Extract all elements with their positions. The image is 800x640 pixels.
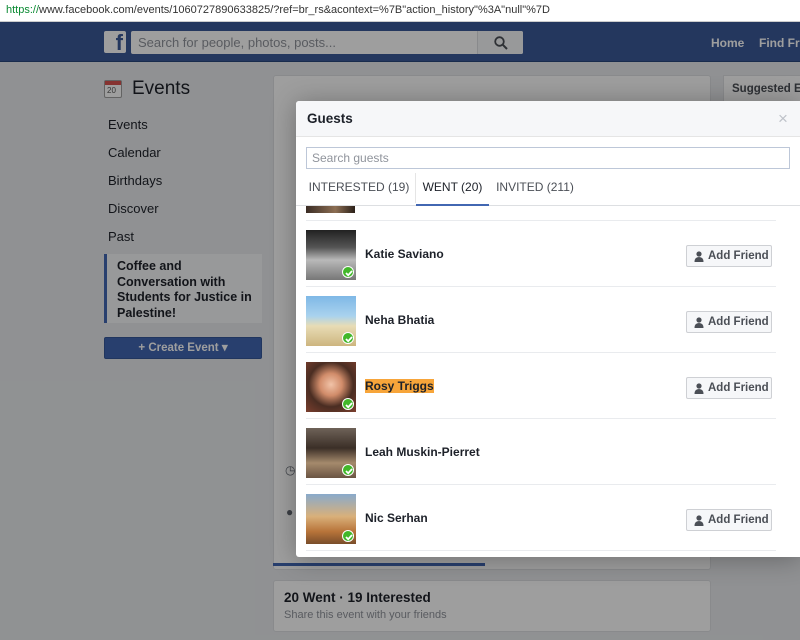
guests-dialog: Guests × INTERESTED (19) WENT (20) INVIT…	[296, 101, 800, 557]
row-divider	[306, 550, 776, 551]
close-icon[interactable]: ×	[778, 110, 788, 127]
went-check-icon	[342, 398, 354, 410]
avatar[interactable]	[306, 230, 356, 280]
went-check-icon	[342, 332, 354, 344]
went-check-icon	[342, 530, 354, 542]
guest-name[interactable]: Katie Saviano	[365, 247, 444, 261]
url-scheme: https://	[6, 4, 40, 16]
dialog-header: Guests ×	[296, 101, 800, 137]
guest-name[interactable]: Rosy Triggs	[365, 379, 434, 393]
guest-search-input[interactable]	[307, 148, 789, 168]
guest-tabs: INTERESTED (19) WENT (20) INVITED (211)	[296, 173, 800, 206]
address-bar[interactable]: https://www.facebook.com/events/10607278…	[0, 0, 800, 22]
add-person-icon	[694, 515, 704, 526]
tab-went[interactable]: WENT (20)	[416, 173, 489, 206]
guest-name[interactable]: Nic Serhan	[365, 511, 428, 525]
add-friend-label: Add Friend	[708, 382, 769, 394]
add-friend-label: Add Friend	[708, 514, 769, 526]
add-friend-label: Add Friend	[708, 250, 769, 262]
add-person-icon	[694, 317, 704, 328]
guest-row: Neha Bhatia Add Friend	[296, 286, 800, 352]
add-friend-label: Add Friend	[708, 316, 769, 328]
dialog-title: Guests	[307, 111, 353, 126]
guest-search-field[interactable]	[306, 147, 790, 169]
add-friend-button[interactable]: Add Friend	[686, 377, 772, 399]
url-path: www.facebook.com/events/1060727890633825…	[39, 4, 550, 16]
guest-row: Nic Serhan Add Friend	[296, 484, 800, 550]
add-friend-button[interactable]: Add Friend	[686, 311, 772, 333]
url-text[interactable]: https://www.facebook.com/events/10607278…	[6, 4, 550, 16]
guest-row: Katie Saviano Add Friend	[296, 220, 800, 286]
avatar	[306, 206, 355, 213]
add-person-icon	[694, 383, 704, 394]
add-friend-button[interactable]: Add Friend	[686, 509, 772, 531]
went-check-icon	[342, 464, 354, 476]
avatar[interactable]	[306, 362, 356, 412]
avatar[interactable]	[306, 428, 356, 478]
avatar[interactable]	[306, 494, 356, 544]
went-check-icon	[342, 266, 354, 278]
add-friend-button[interactable]: Add Friend	[686, 245, 772, 267]
guest-list[interactable]: Katie Saviano Add Friend Neha Bhatia Add…	[296, 206, 800, 557]
tab-interested[interactable]: INTERESTED (19)	[307, 173, 411, 206]
guest-name[interactable]: Neha Bhatia	[365, 313, 434, 327]
avatar[interactable]	[306, 296, 356, 346]
tab-invited[interactable]: INVITED (211)	[495, 173, 575, 206]
guest-name[interactable]: Leah Muskin-Pierret	[365, 445, 480, 459]
add-person-icon	[694, 251, 704, 262]
guest-row: Leah Muskin-Pierret	[296, 418, 800, 484]
guest-row: Rosy Triggs Add Friend	[296, 352, 800, 418]
